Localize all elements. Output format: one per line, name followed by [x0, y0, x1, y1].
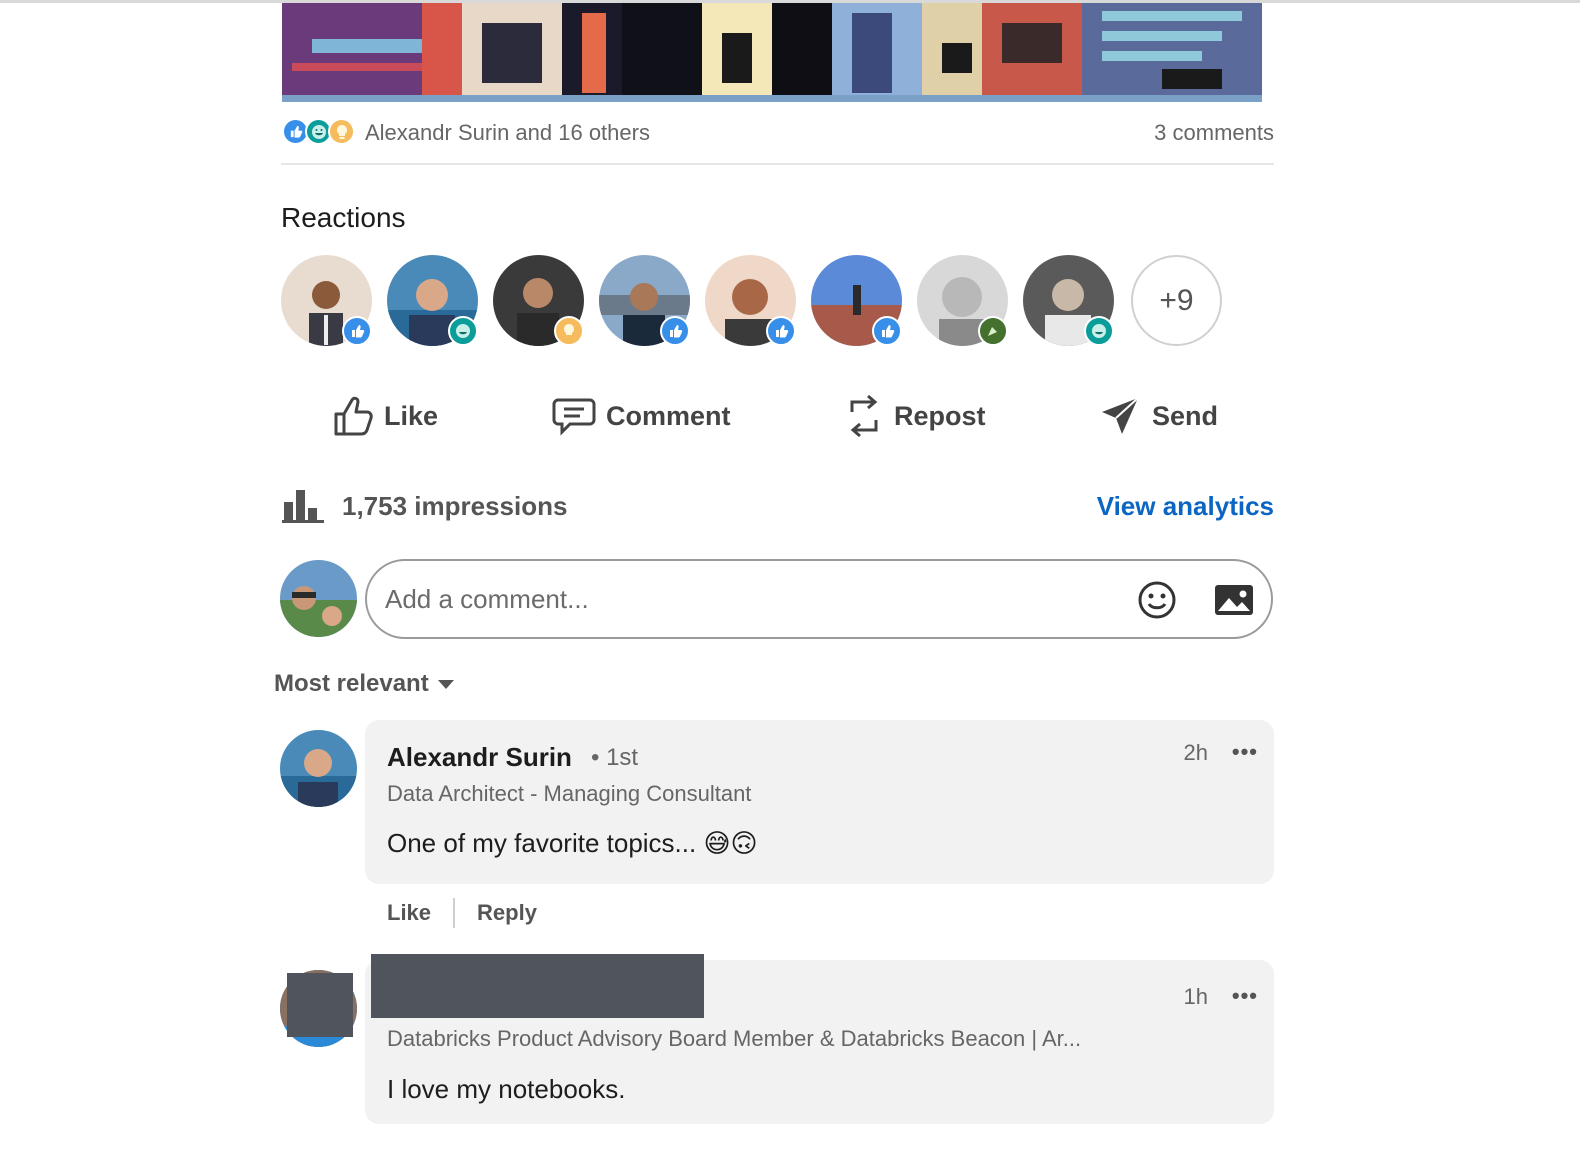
like-icon: [342, 316, 372, 346]
like-icon: [766, 316, 796, 346]
post-image[interactable]: [282, 3, 1262, 102]
reactions-title: Reactions: [281, 202, 406, 233]
comment-icon: [552, 398, 596, 436]
like-icon: [660, 316, 690, 346]
comment-like-button[interactable]: Like: [387, 900, 431, 926]
celebrate-icon: [978, 316, 1008, 346]
like-label: Like: [384, 400, 439, 431]
avatar[interactable]: [280, 730, 357, 807]
reactor-avatar[interactable]: [705, 255, 796, 346]
send-icon: [1102, 397, 1139, 434]
comment-input-container: [365, 559, 1273, 639]
impressions-count: 1,753 impressions: [342, 491, 568, 521]
reactions-avatars: +9: [281, 255, 1226, 347]
like-icon: [334, 396, 373, 436]
image-icon: [1215, 585, 1253, 615]
more-options-icon[interactable]: •••: [1232, 983, 1258, 1009]
comment-composer: [280, 559, 1274, 639]
comment-time: 2h: [1183, 740, 1208, 765]
insightful-icon: [328, 118, 355, 145]
impressions-bar: 1,753 impressions View analytics: [282, 486, 1274, 526]
image-button[interactable]: [1213, 580, 1255, 620]
comment-input[interactable]: [385, 579, 1105, 619]
reactors-summary[interactable]: Alexandr Surin and 16 others: [365, 120, 650, 146]
like-button[interactable]: Like: [332, 385, 438, 447]
divider: [281, 163, 1274, 165]
reactor-avatar[interactable]: [493, 255, 584, 346]
emoji-button[interactable]: [1137, 580, 1177, 620]
redaction-block: [287, 973, 353, 1037]
more-reactors-button[interactable]: +9: [1131, 255, 1222, 346]
comment-actions: Like Reply: [387, 898, 537, 928]
comment-bubble: Alexandr Surin • 1st Data Architect - Ma…: [365, 720, 1274, 884]
send-label: Send: [1152, 400, 1219, 431]
repost-button[interactable]: Repost: [844, 385, 986, 447]
social-counts-bar: Alexandr Surin and 16 others 3 comments: [282, 116, 1274, 148]
reactor-avatar[interactable]: [387, 255, 478, 346]
repost-label: Repost: [894, 400, 986, 431]
comments-count[interactable]: 3 comments: [1154, 120, 1274, 146]
reaction-icons[interactable]: [282, 118, 358, 146]
support-icon: [448, 316, 478, 346]
reactor-avatar[interactable]: [811, 255, 902, 346]
commenter-headline: Data Architect - Managing Consultant: [387, 781, 752, 806]
support-icon: [1084, 316, 1114, 346]
caret-down-icon: [437, 680, 454, 689]
reactor-avatar[interactable]: [281, 255, 372, 346]
reactor-avatar[interactable]: [599, 255, 690, 346]
action-bar: Like Comment Repost Send: [282, 385, 1274, 447]
view-analytics-link[interactable]: View analytics: [1097, 491, 1274, 522]
like-icon: [872, 316, 902, 346]
comment-item: Alexandr Surin • 1st Data Architect - Ma…: [280, 720, 1274, 930]
send-button[interactable]: Send: [1098, 385, 1218, 447]
more-options-icon[interactable]: •••: [1232, 739, 1258, 765]
analytics-icon: [282, 490, 324, 523]
sort-dropdown[interactable]: Most relevant: [274, 670, 455, 698]
commenter-headline: Databricks Product Advisory Board Member…: [387, 1026, 1082, 1051]
comment-reply-button[interactable]: Reply: [477, 900, 537, 926]
divider: [453, 898, 456, 928]
redaction-block: [371, 954, 704, 1018]
repost-icon: [850, 394, 878, 438]
comment-text: One of my favorite topics... 😅🙃: [387, 828, 758, 858]
reactor-avatar[interactable]: [917, 255, 1008, 346]
comment-time: 1h: [1183, 984, 1208, 1009]
comment-button[interactable]: Comment: [552, 385, 731, 447]
comment-label: Comment: [606, 400, 731, 431]
insightful-icon: [554, 316, 584, 346]
sort-label: Most relevant: [274, 670, 429, 697]
avatar[interactable]: [280, 560, 357, 637]
comment-item: Databricks Product Advisory Board Member…: [280, 954, 1274, 1124]
connection-degree: • 1st: [591, 744, 639, 771]
commenter-name[interactable]: Alexandr Surin: [387, 742, 572, 773]
emoji-icon: [1138, 581, 1176, 619]
comment-text: I love my notebooks.: [387, 1074, 626, 1104]
reactor-avatar[interactable]: [1023, 255, 1114, 346]
